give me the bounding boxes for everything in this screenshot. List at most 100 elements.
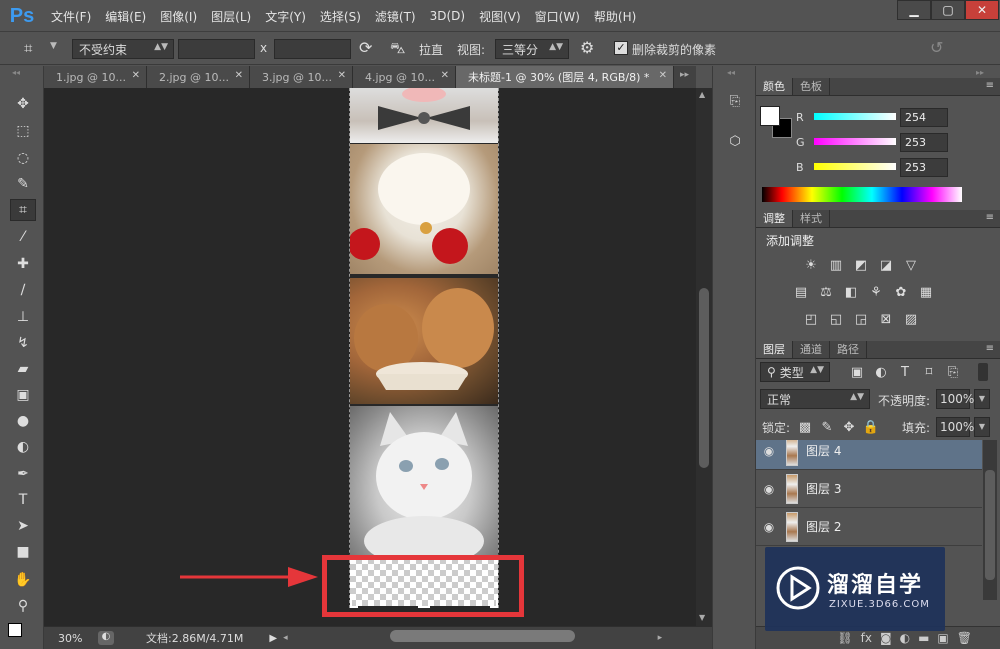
mask-icon[interactable]: ◙ <box>880 631 892 645</box>
collapse-icon[interactable]: ◂◂ <box>12 68 20 77</box>
height-input[interactable] <box>274 39 351 59</box>
blue-slider[interactable]: B 253 <box>796 158 996 178</box>
properties-panel-icon[interactable]: ⬡ <box>723 130 747 152</box>
hand-icon[interactable]: ✋ <box>10 569 36 591</box>
posterize-icon[interactable]: ◱ <box>827 311 845 327</box>
close-button[interactable]: ✕ <box>965 0 999 20</box>
filter-shape-icon[interactable]: ⌑ <box>920 364 938 380</box>
trash-icon[interactable]: 🗑 <box>957 631 972 645</box>
threshold-icon[interactable]: ◲ <box>852 311 870 327</box>
fill-input[interactable]: 100% <box>936 417 974 437</box>
document-canvas[interactable] <box>349 88 499 608</box>
dodge-icon[interactable]: ◐ <box>10 436 36 458</box>
red-slider-track[interactable] <box>814 113 896 120</box>
color-lookup-icon[interactable]: ▦ <box>917 284 935 300</box>
close-icon[interactable]: ✕ <box>235 70 243 81</box>
close-icon[interactable]: ✕ <box>659 70 667 81</box>
straighten-label[interactable]: 拉直 <box>419 41 443 58</box>
lock-paint-icon[interactable]: ✎ <box>818 419 836 435</box>
exposure-icon[interactable]: ◪ <box>877 257 895 273</box>
scroll-down-icon[interactable]: ▼ <box>699 613 705 622</box>
eye-icon[interactable]: ◉ <box>756 520 782 534</box>
foreground-color-swatch[interactable] <box>8 623 22 637</box>
tab-styles[interactable]: 样式 <box>793 210 830 227</box>
b-value-input[interactable]: 253 <box>900 158 948 177</box>
link-icon[interactable]: ⛓ <box>837 631 852 645</box>
horizontal-scroll-thumb[interactable] <box>390 630 575 642</box>
history-panel-icon[interactable]: ⎘ <box>723 90 747 112</box>
gear-icon[interactable]: ⚙ <box>580 38 594 57</box>
menu-edit[interactable]: 编辑(E) <box>98 8 153 25</box>
invert-icon[interactable]: ◰ <box>802 311 820 327</box>
fill-dropdown-icon[interactable]: ▼ <box>974 417 990 437</box>
menu-layer[interactable]: 图层(L) <box>204 8 258 25</box>
preset-dropdown-icon[interactable]: ▼ <box>50 41 57 51</box>
eye-icon[interactable]: ◉ <box>756 444 782 458</box>
tabs-overflow-icon[interactable]: ▸▸ <box>680 70 689 80</box>
collapse-panels-icon[interactable]: ▸▸ <box>976 68 984 77</box>
menu-select[interactable]: 选择(S) <box>313 8 368 25</box>
panel-menu-icon[interactable]: ≡ <box>986 212 994 223</box>
close-icon[interactable]: ✕ <box>132 70 140 81</box>
lasso-icon[interactable]: ◌ <box>10 147 36 169</box>
menu-3d[interactable]: 3D(D) <box>423 9 472 23</box>
filter-pixel-icon[interactable]: ▣ <box>848 364 866 380</box>
channel-mixer-icon[interactable]: ✿ <box>892 284 910 300</box>
menu-filter[interactable]: 滤镜(T) <box>368 8 423 25</box>
marquee-icon[interactable]: ⬚ <box>10 120 36 142</box>
quick-select-icon[interactable]: ✎ <box>10 173 36 195</box>
green-slider[interactable]: G 253 <box>796 133 996 153</box>
color-balance-icon[interactable]: ⚖ <box>817 284 835 300</box>
photo-filter-icon[interactable]: ⚘ <box>867 284 885 300</box>
shape-icon[interactable]: ■ <box>10 541 36 563</box>
delete-cropped-checkbox[interactable]: ✓ <box>614 41 628 55</box>
tab-channels[interactable]: 通道 <box>793 341 830 358</box>
ratio-select[interactable]: 不受约束 ▲▼ <box>72 39 174 59</box>
pen-icon[interactable]: ✒ <box>10 463 36 485</box>
lock-position-icon[interactable]: ✥ <box>840 419 858 435</box>
menu-type[interactable]: 文字(Y) <box>258 8 313 25</box>
hue-saturation-icon[interactable]: ▤ <box>792 284 810 300</box>
vertical-scrollbar[interactable]: ▲ ▼ <box>696 88 712 626</box>
curves-icon[interactable]: ◩ <box>852 257 870 273</box>
scroll-right-icon[interactable]: ▸ <box>658 633 663 643</box>
tab-adjustments[interactable]: 调整 <box>756 210 793 227</box>
tab-paths[interactable]: 路径 <box>830 341 867 358</box>
menu-image[interactable]: 图像(I) <box>153 8 204 25</box>
tab-color[interactable]: 颜色 <box>756 78 793 95</box>
opacity-dropdown-icon[interactable]: ▼ <box>974 389 990 409</box>
blur-icon[interactable]: ● <box>10 410 36 432</box>
history-brush-icon[interactable]: ↯ <box>10 332 36 354</box>
expand-icon[interactable]: ◂◂ <box>727 68 735 77</box>
filter-smart-icon[interactable]: ⎘ <box>944 364 962 380</box>
panel-menu-icon[interactable]: ≡ <box>986 80 994 91</box>
straighten-icon[interactable]: ⛍ <box>390 39 405 59</box>
crop-tool-preset-icon[interactable]: ⌗ <box>24 39 32 57</box>
swap-icon[interactable]: ⟳ <box>359 38 372 57</box>
doc-tab-2[interactable]: 2.jpg @ 10... ✕ <box>147 66 250 88</box>
status-menu-icon[interactable]: ▶ <box>269 633 277 644</box>
panel-menu-icon[interactable]: ≡ <box>986 343 994 354</box>
doc-tab-4[interactable]: 4.jpg @ 10... ✕ <box>353 66 456 88</box>
r-value-input[interactable]: 254 <box>900 108 948 127</box>
selective-color-icon[interactable]: ⊠ <box>877 311 895 327</box>
share-icon[interactable]: ◐ <box>98 631 114 645</box>
healing-icon[interactable]: ✚ <box>10 253 36 275</box>
maximize-button[interactable]: ▢ <box>931 0 965 20</box>
gradient-icon[interactable]: ▣ <box>10 384 36 406</box>
path-select-icon[interactable]: ➤ <box>10 515 36 537</box>
layer-row[interactable]: ◉ 图层 3 <box>756 470 982 508</box>
menu-window[interactable]: 窗口(W) <box>528 8 587 25</box>
adjustment-layer-icon[interactable]: ◐ <box>900 631 910 645</box>
new-layer-icon[interactable]: ▣ <box>937 631 948 645</box>
foreground-color-swatch[interactable] <box>760 106 780 126</box>
tab-swatches[interactable]: 色板 <box>793 78 830 95</box>
crop-icon[interactable]: ⌗ <box>10 199 36 221</box>
gradient-map-icon[interactable]: ▨ <box>902 311 920 327</box>
view-select[interactable]: 三等分 ▲▼ <box>495 39 569 59</box>
zoom-level[interactable]: 30% <box>58 632 92 645</box>
color-spectrum[interactable] <box>762 187 962 202</box>
menu-help[interactable]: 帮助(H) <box>587 8 643 25</box>
layers-scroll-thumb[interactable] <box>985 470 995 580</box>
lock-transparent-icon[interactable]: ▩ <box>796 419 814 435</box>
